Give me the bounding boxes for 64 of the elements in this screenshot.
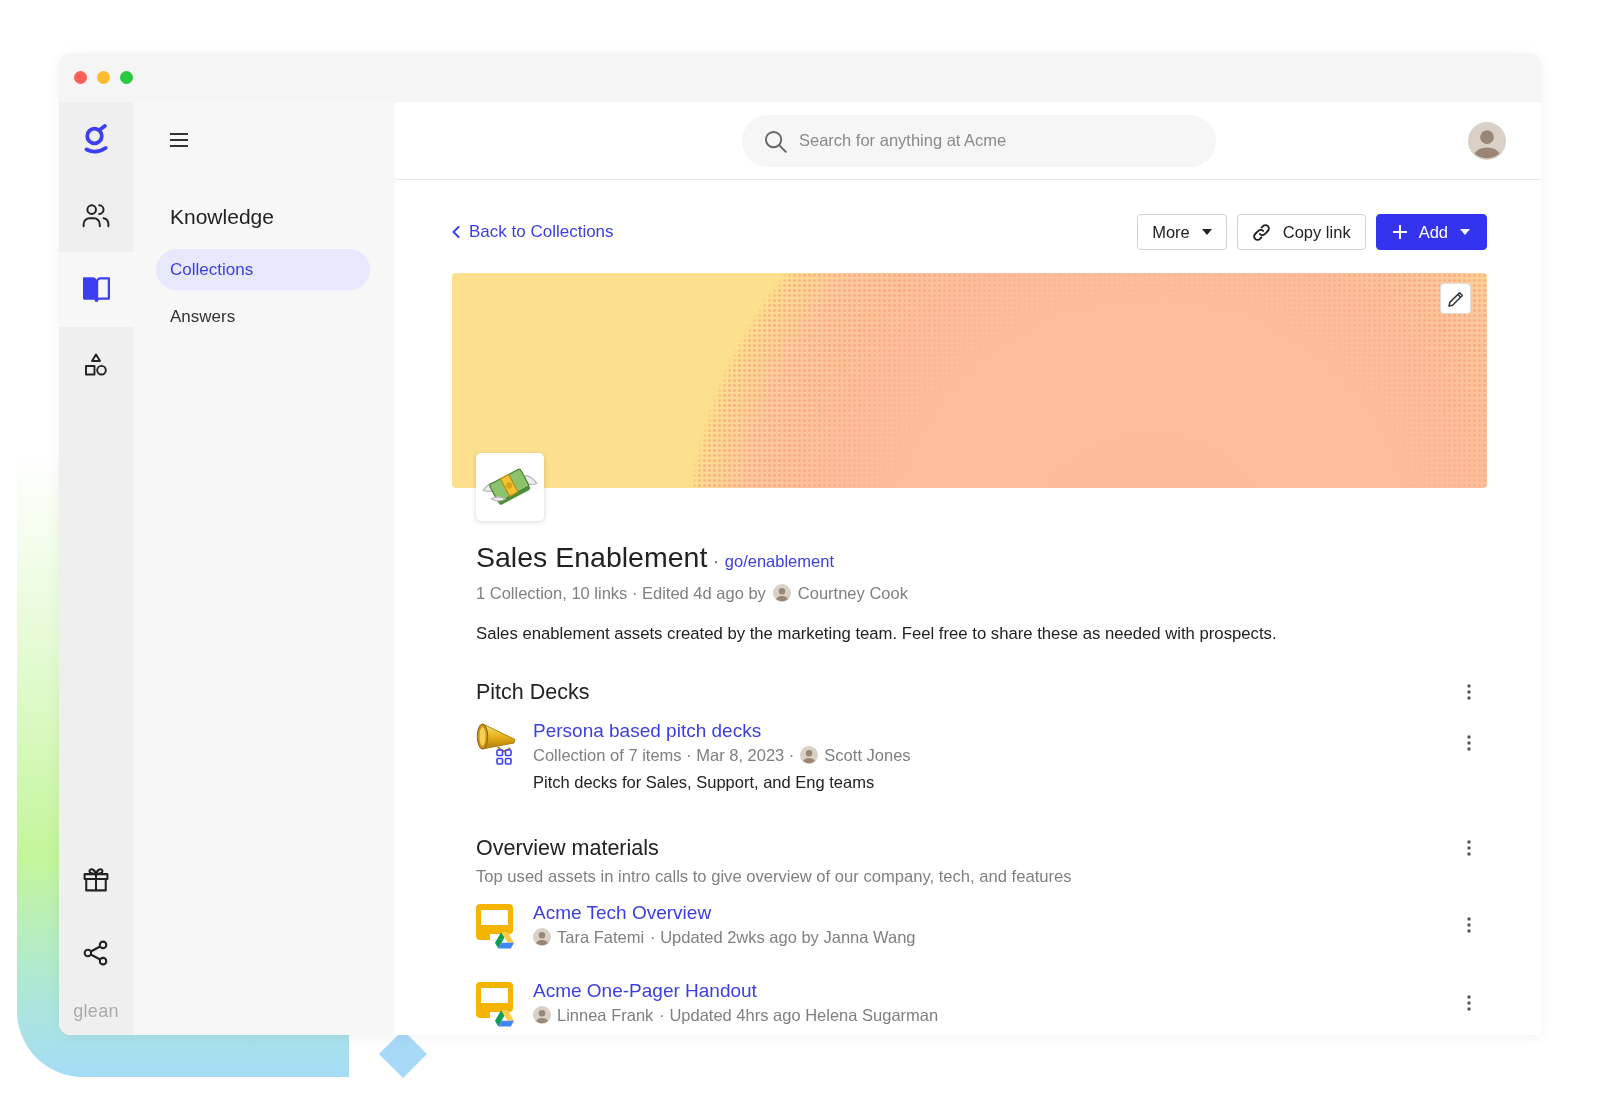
- edit-button[interactable]: [1440, 283, 1471, 314]
- logo-icon[interactable]: [83, 124, 109, 155]
- triangle-badge-icon: [495, 932, 514, 949]
- brand-wordmark: glean: [73, 1001, 119, 1021]
- shapes-icon: [84, 352, 108, 377]
- grid-badge-icon: [496, 749, 512, 765]
- add-button[interactable]: Add: [1375, 214, 1487, 250]
- menu-icon[interactable]: [170, 132, 188, 147]
- section-title: Pitch Decks: [476, 679, 590, 705]
- title-separator: ·: [713, 552, 719, 571]
- avatar-icon: [533, 1006, 551, 1024]
- section-description: Top used assets in intro calls to give overview of our company, tech, and features: [476, 867, 1073, 887]
- item-description: Pitch decks for Sales, Support, and Eng teams: [533, 772, 875, 792]
- person-name: Scott Jones: [824, 745, 911, 765]
- rail-button[interactable]: [83, 940, 109, 966]
- avatar-icon[interactable]: [1468, 121, 1506, 160]
- collection-description: Sales enablement assets created by the marketing team. Feel free to share these as needed with prospects.: [476, 624, 1278, 644]
- item-title[interactable]: Persona based pitch decks: [533, 719, 762, 743]
- pencil-icon: [1447, 290, 1464, 307]
- triangle-badge-icon: [495, 1010, 514, 1027]
- money-wings-icon: [476, 453, 544, 521]
- item-meta: · Updated 2wks ago by Janna Wang: [650, 927, 916, 947]
- nav-item[interactable]: Collections: [156, 249, 370, 290]
- person-name: Tara Fatemi: [557, 927, 645, 947]
- gift-icon: [83, 866, 109, 892]
- collection-title: Sales Enablement: [476, 540, 708, 574]
- author-name: Courtney Cook: [797, 583, 908, 603]
- item-title[interactable]: Acme One-Pager Handout: [533, 979, 757, 1003]
- slides-icon: [476, 982, 513, 1018]
- sidebar-title: Knowledge: [170, 205, 274, 229]
- plus-icon: [1392, 225, 1407, 239]
- kebab-menu-icon[interactable]: [1467, 917, 1471, 933]
- collection-meta: 1 Collection, 10 links · Edited 4d ago by: [476, 583, 766, 603]
- kebab-menu-icon[interactable]: [1467, 840, 1471, 856]
- link-icon: [1251, 222, 1271, 242]
- rail-button[interactable]: [83, 866, 109, 892]
- rail-button[interactable]: [84, 352, 108, 377]
- avatar-icon: [533, 928, 551, 946]
- kebab-menu-icon[interactable]: [1467, 995, 1471, 1011]
- people-icon: [82, 201, 110, 228]
- item-title[interactable]: Acme Tech Overview: [533, 901, 712, 925]
- share-icon: [83, 940, 109, 966]
- kebab-menu-icon[interactable]: [1467, 735, 1471, 751]
- search-icon: [764, 129, 787, 153]
- nav-item[interactable]: Answers: [170, 306, 236, 327]
- search-field[interactable]: Search for anything at Acme: [742, 114, 1216, 167]
- person-name: Linnea Frank: [557, 1005, 654, 1025]
- item-meta: Collection of 7 items · Mar 8, 2023 ·: [533, 745, 795, 765]
- item-meta: · Updated 4hrs ago Helena Sugarman: [659, 1005, 939, 1025]
- caret-down-icon: [1201, 229, 1212, 235]
- rail-button[interactable]: [82, 201, 110, 228]
- go-link[interactable]: go/enablement: [724, 552, 834, 571]
- back-link[interactable]: Back to Collections: [452, 222, 614, 242]
- more-button[interactable]: More: [1137, 214, 1227, 250]
- chevron-left-icon: [452, 226, 460, 238]
- avatar-icon: [772, 584, 791, 602]
- avatar-icon: [800, 746, 819, 764]
- slides-icon: [476, 904, 513, 940]
- close-button[interactable]: [74, 71, 87, 84]
- caret-down-icon: [1460, 229, 1470, 235]
- copy-link-button[interactable]: Copy link: [1236, 214, 1366, 250]
- kebab-menu-icon[interactable]: [1467, 684, 1471, 700]
- section-title: Overview materials: [476, 835, 659, 861]
- book-icon: [82, 277, 110, 302]
